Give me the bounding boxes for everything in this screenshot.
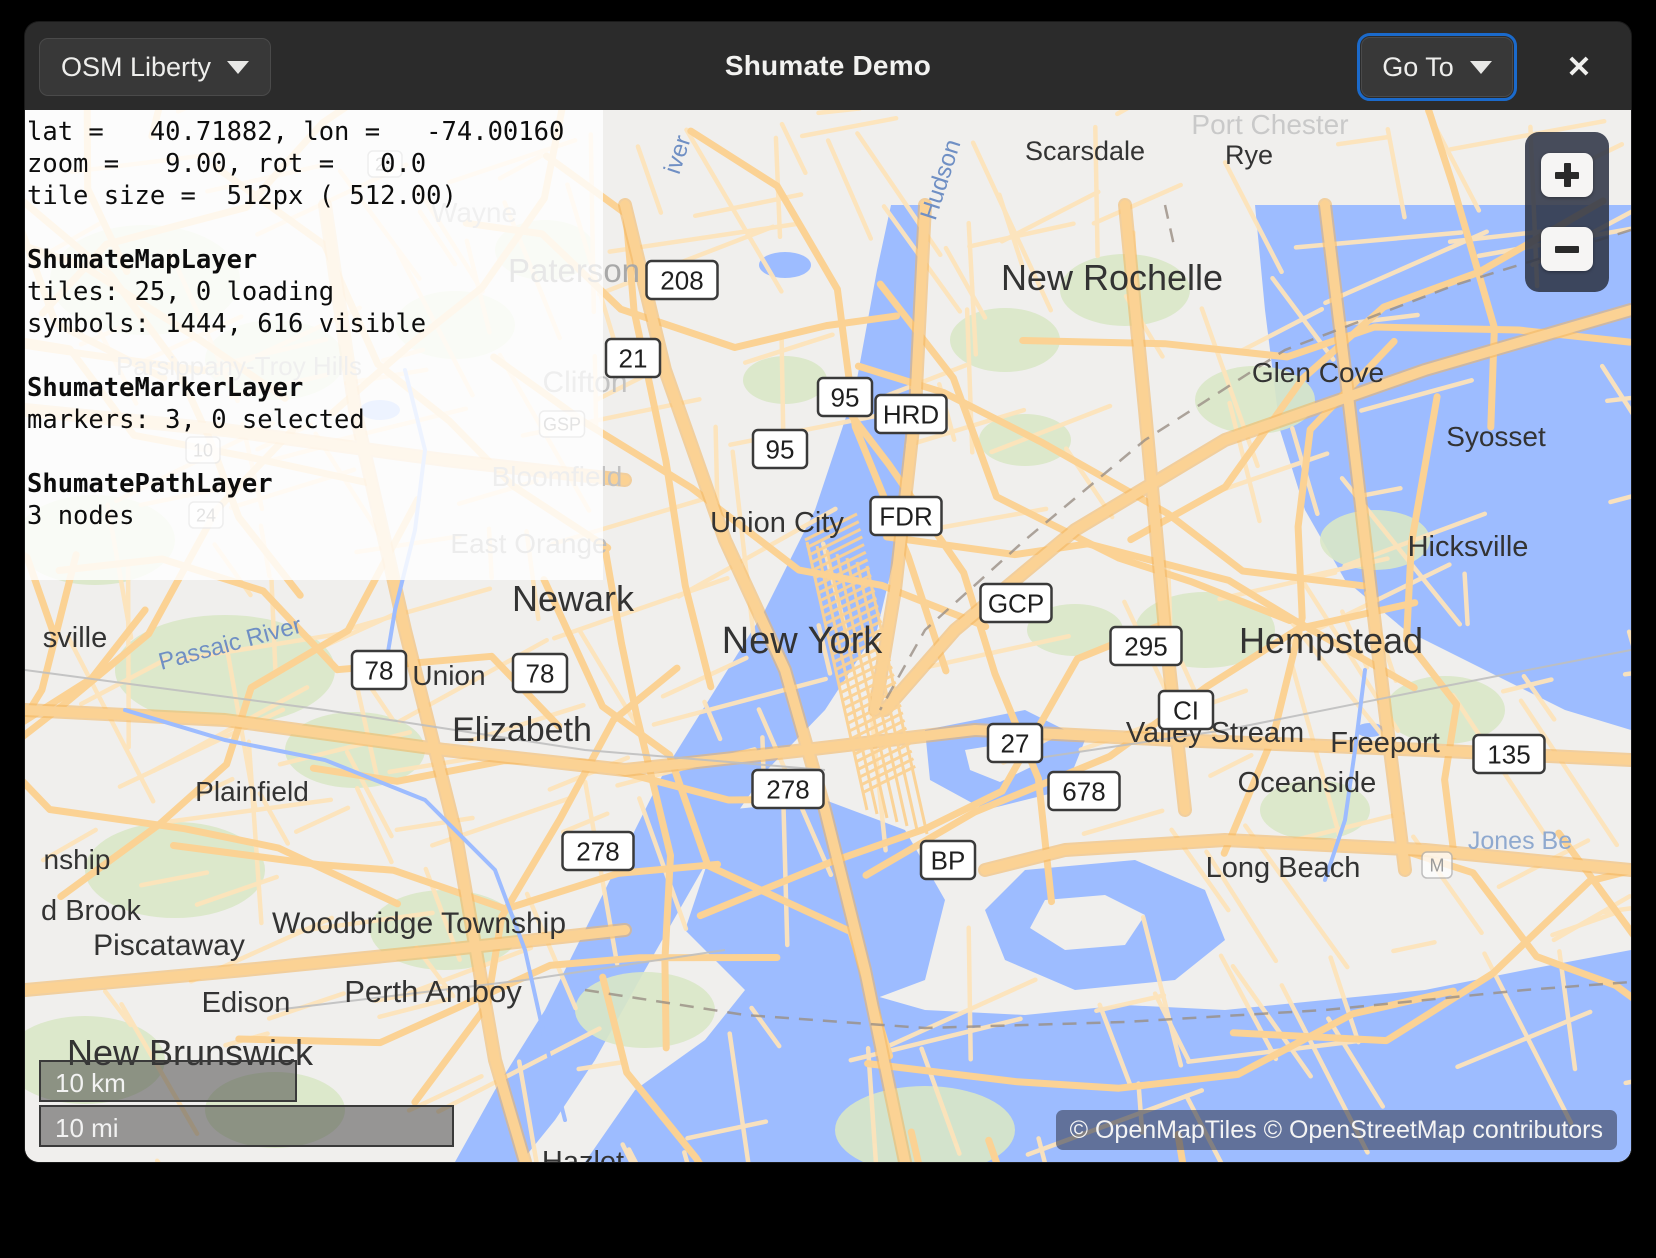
svg-text:Edison: Edison <box>202 987 291 1019</box>
zoom-out-button[interactable] <box>1541 227 1593 271</box>
svg-text:78: 78 <box>526 658 555 688</box>
svg-text:New Brunswick: New Brunswick <box>67 1032 314 1073</box>
go-to-label: Go To <box>1382 51 1454 82</box>
svg-text:Parsippany-Troy Hills: Parsippany-Troy Hills <box>116 351 362 381</box>
svg-text:24: 24 <box>196 505 216 525</box>
map-style-dropdown[interactable]: OSM Liberty <box>39 38 271 96</box>
map-canvas[interactable]: Scarsdale Port Chester Rye Wayne Paterson New… <box>25 110 1631 1162</box>
header-bar: OSM Liberty Shumate Demo Go To ✕ <box>25 22 1631 111</box>
go-to-button[interactable]: Go To <box>1357 33 1517 101</box>
plus-icon <box>1555 163 1579 187</box>
svg-text:10: 10 <box>193 440 213 460</box>
svg-text:Newark: Newark <box>512 578 635 619</box>
window-title-text: Shumate Demo <box>724 50 932 81</box>
svg-text:208: 208 <box>660 265 703 295</box>
svg-text:Bloomfield: Bloomfield <box>492 461 623 492</box>
svg-text:d Brook: d Brook <box>41 895 141 927</box>
svg-text:Glen Cove: Glen Cove <box>1252 357 1384 388</box>
svg-text:New Rochelle: New Rochelle <box>1001 257 1223 298</box>
svg-text:Rye: Rye <box>1225 140 1273 170</box>
svg-text:95: 95 <box>831 382 860 412</box>
svg-text:GCP: GCP <box>988 588 1044 618</box>
svg-text:23: 23 <box>375 154 395 174</box>
svg-text:East Orange: East Orange <box>450 528 607 559</box>
svg-text:95: 95 <box>766 434 795 464</box>
svg-text:Plainfield: Plainfield <box>195 776 309 807</box>
map-style-label: OSM Liberty <box>60 51 212 82</box>
svg-text:Syosset: Syosset <box>1446 421 1546 452</box>
svg-text:Freeport: Freeport <box>1330 727 1440 759</box>
svg-text:Long Beach: Long Beach <box>1206 852 1361 884</box>
svg-text:678: 678 <box>1062 776 1105 806</box>
svg-text:BP: BP <box>931 845 966 875</box>
minus-icon <box>1555 237 1579 261</box>
svg-text:FDR: FDR <box>879 501 932 531</box>
svg-text:Paterson: Paterson <box>508 252 640 289</box>
svg-text:278: 278 <box>766 774 809 804</box>
svg-text:M: M <box>1430 855 1445 875</box>
svg-text:Woodbridge Township: Woodbridge Township <box>272 907 566 940</box>
svg-text:135: 135 <box>1487 739 1530 769</box>
svg-text:295: 295 <box>1124 631 1167 661</box>
svg-text:Oceanside: Oceanside <box>1238 767 1377 799</box>
svg-text:278: 278 <box>576 836 619 866</box>
close-icon: ✕ <box>1566 50 1592 84</box>
svg-text:Hempstead: Hempstead <box>1239 620 1423 661</box>
zoom-controls <box>1525 132 1609 292</box>
close-button[interactable]: ✕ <box>1555 44 1603 90</box>
svg-text:Scarsdale: Scarsdale <box>1025 136 1145 166</box>
zoom-in-button[interactable] <box>1541 153 1593 197</box>
svg-text:Hazlet: Hazlet <box>542 1146 624 1162</box>
svg-text:Valley Stream: Valley Stream <box>1126 717 1304 749</box>
svg-text:27: 27 <box>1001 728 1030 758</box>
svg-text:Perth Amboy: Perth Amboy <box>344 974 522 1009</box>
svg-text:Union City: Union City <box>710 507 844 539</box>
svg-text:78: 78 <box>365 655 394 685</box>
chevron-down-icon <box>227 60 250 74</box>
svg-text:Jones Be: Jones Be <box>1468 827 1572 855</box>
svg-text:Hicksville: Hicksville <box>1408 531 1529 563</box>
svg-text:sville: sville <box>43 622 107 654</box>
app-window: OSM Liberty Shumate Demo Go To ✕ Scarsda… <box>25 22 1631 1162</box>
svg-text:GSP: GSP <box>543 414 581 434</box>
svg-text:New York: New York <box>722 620 884 662</box>
chevron-down-icon <box>1469 60 1492 74</box>
svg-text:HRD: HRD <box>883 399 939 429</box>
svg-text:nship: nship <box>44 844 111 875</box>
svg-text:Piscataway: Piscataway <box>93 929 245 962</box>
svg-text:Port Chester: Port Chester <box>1191 110 1348 140</box>
svg-text:21: 21 <box>619 343 648 373</box>
svg-text:Elizabeth: Elizabeth <box>452 711 592 749</box>
svg-text:Wayne: Wayne <box>431 197 517 228</box>
svg-text:CI: CI <box>1173 695 1199 725</box>
map-tiles: Scarsdale Port ChesterRye Wayne Paterson New… <box>25 110 1631 1162</box>
svg-text:Union: Union <box>412 660 485 691</box>
